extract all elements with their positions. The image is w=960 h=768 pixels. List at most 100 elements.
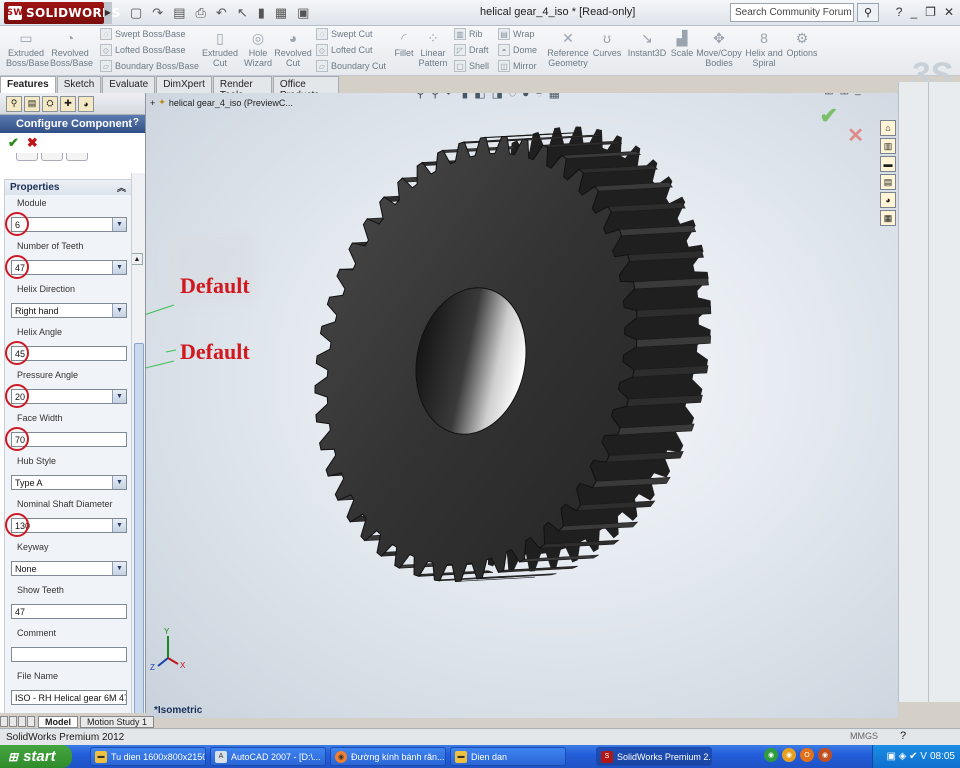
feature-manager-icon[interactable]: ⚲ — [6, 95, 22, 112]
scroll-up-icon[interactable]: ▲ — [131, 253, 143, 265]
tab-sketch[interactable]: Sketch — [56, 76, 102, 93]
close-icon[interactable]: ✕ — [944, 5, 954, 19]
display-manager-icon[interactable]: ◕ — [78, 95, 94, 112]
boundary-boss-button[interactable]: ▱ Boundary Boss/Base — [100, 60, 199, 72]
taskbar-item[interactable]: ▬ Tu dien 1600x800x2150 — [90, 747, 206, 766]
save-icon[interactable]: ▤ — [173, 5, 185, 21]
chevron-down-icon[interactable]: ▼ — [112, 218, 126, 231]
swept-cut-button[interactable]: ◌ Swept Cut — [316, 28, 373, 40]
instant3d-button[interactable]: ↘ Instant3D — [626, 30, 668, 58]
move-copy-button[interactable]: ✥ Move/Copy Bodies — [696, 30, 742, 68]
file-name-input[interactable]: ISO - RH Helical gear 6M 47T 4 — [11, 690, 127, 705]
open-icon[interactable]: ↷ — [152, 5, 163, 21]
new-document-icon[interactable]: ▢ — [130, 5, 142, 21]
help-button[interactable]: ? — [133, 117, 139, 128]
properties-group-title[interactable]: Properties ︽ — [5, 180, 131, 195]
mirror-button[interactable]: ◫ Mirror — [498, 60, 537, 72]
extruded-boss-button[interactable]: ▭ Extruded Boss/Base — [6, 30, 49, 68]
chevron-down-icon[interactable]: ▼ — [112, 261, 126, 274]
comment-input[interactable] — [11, 647, 127, 662]
dome-button[interactable]: ◓ Dome — [498, 44, 537, 56]
tray-icons[interactable]: ▣ ◈ ✔ V — [886, 751, 927, 762]
tab-evaluate[interactable]: Evaluate — [102, 76, 156, 93]
taskbar-item[interactable]: ▬ Dien dan — [450, 747, 566, 766]
reference-geometry-button[interactable]: ✕ Reference Geometry — [546, 30, 590, 68]
revolved-boss-button[interactable]: ◔ Revolved Boss/Base — [50, 30, 93, 68]
helical-gear-model[interactable]: Y Z X — [146, 93, 898, 718]
tab-dimxpert[interactable]: DimXpert — [156, 76, 212, 93]
rebuild-icon[interactable]: ▮ — [258, 5, 265, 21]
menu-arrow-icon[interactable]: ▶ — [104, 1, 112, 24]
chat-icon[interactable]: ◉ — [782, 748, 796, 762]
curves-button[interactable]: ʊ Curves — [592, 30, 622, 58]
restore-icon[interactable]: ❐ — [925, 5, 936, 19]
minimize-icon[interactable]: _ — [910, 5, 917, 19]
appearances-icon[interactable]: ◕ — [880, 192, 896, 208]
tab-motion-study[interactable]: Motion Study 1 — [80, 715, 155, 728]
show-teeth-input[interactable]: 47 — [11, 604, 127, 619]
rib-button[interactable]: ▥ Rib — [454, 28, 483, 40]
lofted-cut-button[interactable]: ◇ Lofted Cut — [316, 44, 373, 56]
cancel-x-icon[interactable]: ✖ — [27, 135, 38, 151]
tab-model[interactable]: Model — [38, 715, 78, 728]
configuration-manager-icon[interactable]: ⛭ — [42, 95, 58, 112]
options-button[interactable]: ⚙ Options — [784, 30, 820, 58]
tab-render-tools[interactable]: Render Tools — [212, 76, 272, 101]
draft-button[interactable]: ◸ Draft — [454, 44, 489, 56]
boundary-cut-button[interactable]: ▱ Boundary Cut — [316, 60, 386, 72]
collapse-chevron-icon[interactable]: ︽ — [117, 181, 126, 194]
add-button[interactable] — [16, 153, 38, 161]
chevron-down-icon[interactable]: ▼ — [112, 304, 126, 317]
view-palette-icon[interactable]: ▤ — [880, 174, 896, 190]
taskbar-item-active[interactable]: S SolidWorks Premium 2... — [596, 747, 712, 766]
custom-properties-icon[interactable]: ▦ — [880, 210, 896, 226]
property-manager-icon[interactable]: ▤ — [24, 95, 40, 112]
file-properties-icon[interactable]: ▦ — [275, 5, 287, 21]
lofted-boss-button[interactable]: ◇ Lofted Boss/Base — [100, 44, 186, 56]
prev-tab-icon[interactable] — [9, 716, 17, 727]
fillet-button[interactable]: ◜ Fillet — [392, 30, 416, 58]
options-icon[interactable]: ▣ — [297, 5, 309, 21]
ok-check-icon[interactable]: ✔ — [8, 135, 19, 151]
hole-wizard-button[interactable]: ◎ Hole Wizard — [240, 30, 276, 68]
scrollbar-thumb[interactable] — [134, 343, 144, 713]
status-help-icon[interactable]: ? — [900, 730, 906, 742]
tab-features[interactable]: Features — [0, 76, 56, 93]
folder-icon[interactable]: ▬ — [880, 156, 896, 172]
start-button[interactable]: ⊞ start — [0, 745, 72, 768]
helix-button[interactable]: 8 Helix and Spiral — [744, 30, 784, 68]
hub-style-select[interactable]: Type A ▼ — [11, 475, 127, 490]
office-icon[interactable]: O — [800, 748, 814, 762]
chevron-down-icon[interactable]: ▼ — [112, 390, 126, 403]
help-icon[interactable]: ? — [896, 5, 903, 19]
home-icon[interactable]: ⌂ — [880, 120, 896, 136]
helix-direction-select[interactable]: Right hand ▼ — [11, 303, 127, 318]
select-icon[interactable]: ↖ — [237, 5, 248, 21]
taskbar-item[interactable]: A AutoCAD 2007 - [D:\... — [210, 747, 326, 766]
search-input[interactable]: Search Community Forum — [730, 3, 854, 22]
extruded-cut-button[interactable]: ▯ Extruded Cut — [200, 30, 240, 68]
print-icon[interactable]: ⎙ — [196, 5, 206, 21]
delete-button[interactable] — [66, 153, 88, 161]
resources-icon[interactable]: ▥ — [880, 138, 896, 154]
browser-icon[interactable]: ◉ — [818, 748, 832, 762]
revolved-cut-button[interactable]: ◕ Revolved Cut — [274, 30, 312, 68]
search-icon[interactable]: ⚲ — [857, 3, 879, 22]
swept-boss-button[interactable]: ◌ Swept Boss/Base — [100, 28, 186, 40]
wrap-button[interactable]: ▤ Wrap — [498, 28, 534, 40]
shell-button[interactable]: ▢ Shell — [454, 60, 489, 72]
scale-button[interactable]: ▟ Scale — [668, 30, 696, 58]
edit-button[interactable] — [41, 153, 63, 161]
solidworks-logo[interactable]: SW SOLIDWORKS — [4, 1, 120, 24]
chevron-down-icon[interactable]: ▼ — [112, 562, 126, 575]
next-tab-icon[interactable] — [18, 716, 26, 727]
units-indicator[interactable]: MMGS — [850, 731, 878, 741]
last-tab-icon[interactable] — [27, 716, 35, 727]
chevron-down-icon[interactable]: ▼ — [112, 476, 126, 489]
chevron-down-icon[interactable]: ▼ — [112, 519, 126, 532]
taskbar-item[interactable]: ◉ Đường kính bánh răn... — [330, 747, 446, 766]
graphics-area[interactable]: + ✦ helical gear_4_iso (PreviewC... ⚲ ⚲ … — [146, 93, 898, 718]
keyway-select[interactable]: None ▼ — [11, 561, 127, 576]
first-tab-icon[interactable] — [0, 716, 8, 727]
tab-office-products[interactable]: Office Products — [272, 76, 339, 101]
